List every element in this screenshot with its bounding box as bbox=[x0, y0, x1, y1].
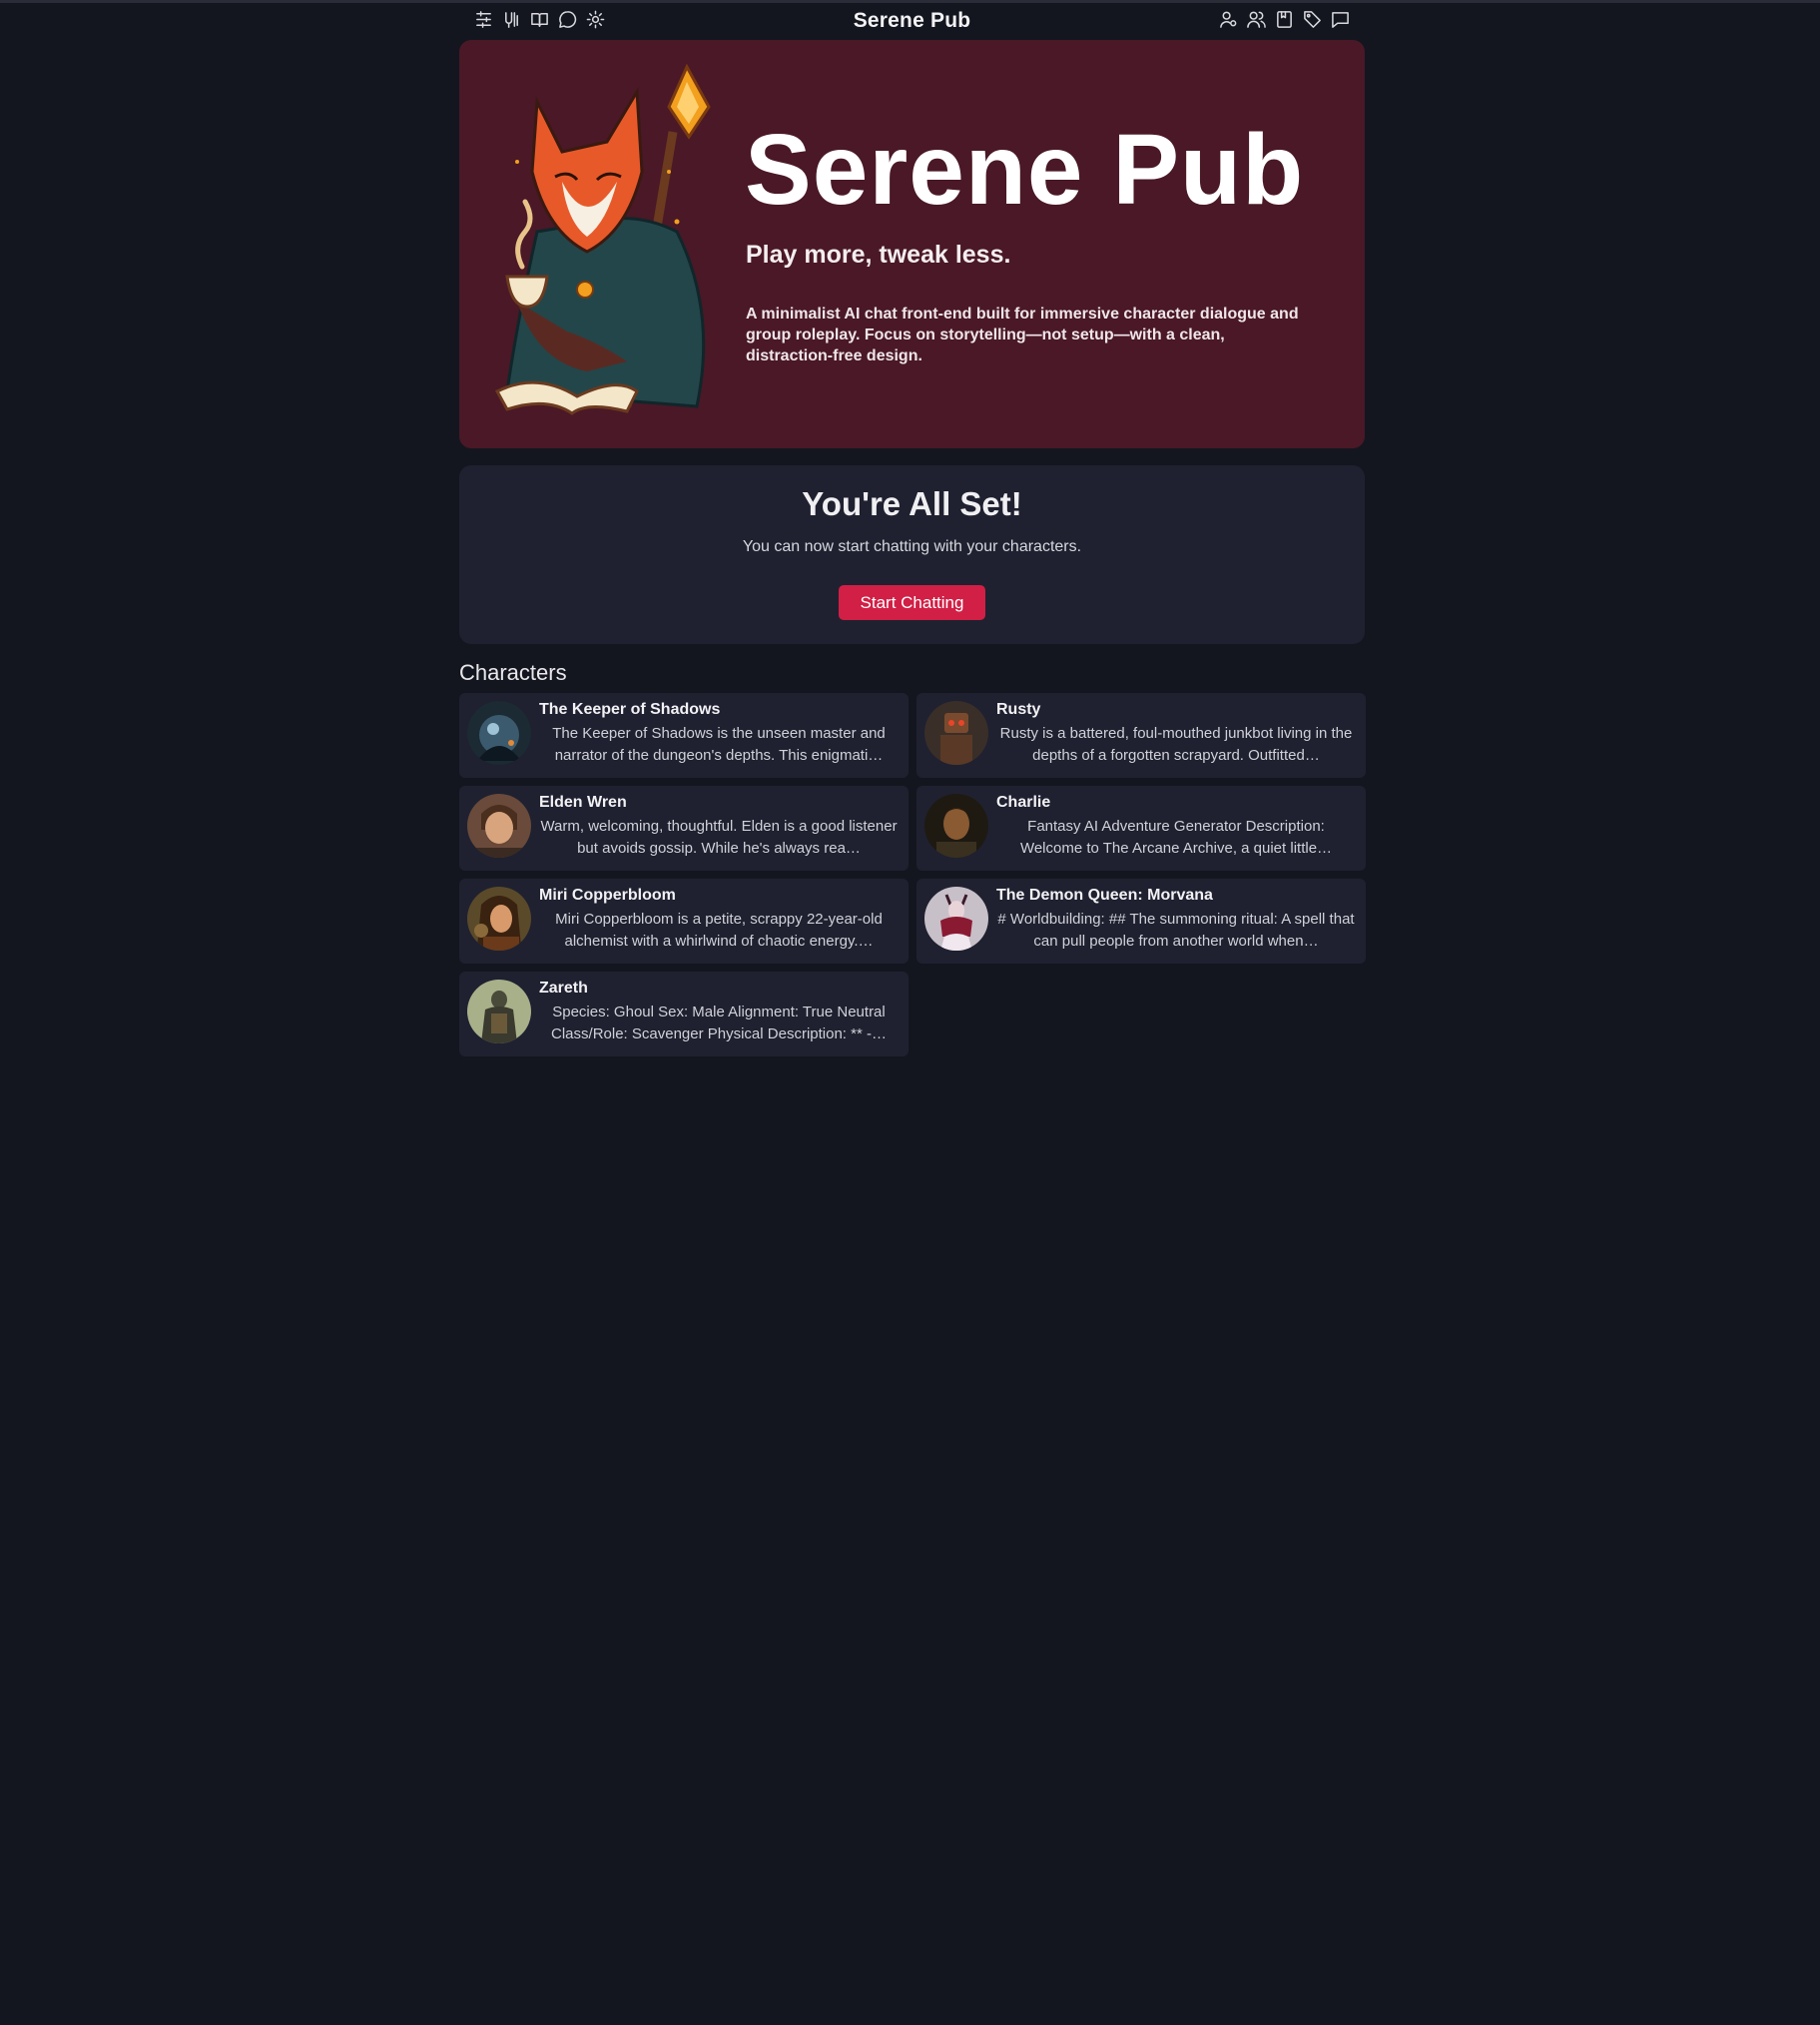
hero-banner: Serene Pub Play more, tweak less. A mini… bbox=[459, 40, 1365, 448]
character-name: Miri Copperbloom bbox=[539, 887, 676, 904]
character-name: Elden Wren bbox=[539, 794, 627, 811]
character-card-rusty[interactable]: Rusty Rusty is a battered, foul-mouthed … bbox=[916, 693, 1366, 778]
avatar bbox=[467, 794, 531, 858]
character-name: Charlie bbox=[996, 794, 1051, 811]
setup-title: You're All Set! bbox=[802, 485, 1022, 522]
character-name: The Keeper of Shadows bbox=[539, 701, 721, 718]
avatar bbox=[467, 980, 531, 1043]
character-card-miri-copperbloom[interactable]: Miri Copperbloom Miri Copperbloom is a p… bbox=[459, 879, 909, 964]
character-description: Miri Copperbloom is a petite, scrappy 22… bbox=[555, 911, 883, 950]
character-name: Rusty bbox=[996, 701, 1041, 718]
character-description: The Keeper of Shadows is the unseen mast… bbox=[552, 725, 886, 764]
character-description: Warm, welcoming, thoughtful. Elden is a … bbox=[540, 818, 898, 857]
setup-text: You can now start chatting with your cha… bbox=[742, 538, 1082, 555]
character-description: Fantasy AI Adventure Generator Descripti… bbox=[1019, 818, 1333, 857]
user-persona-icon[interactable] bbox=[1219, 10, 1238, 29]
character-card-charlie[interactable]: Charlie Fantasy AI Adventure Generator D… bbox=[916, 786, 1366, 871]
character-card-zareth[interactable]: Zareth Species: Ghoul Sex: Male Alignmen… bbox=[459, 972, 909, 1056]
character-description: Rusty is a battered, foul-mouthed junkbo… bbox=[999, 725, 1353, 764]
character-card-demon-queen-morvana[interactable]: The Demon Queen: Morvana # Worldbuilding… bbox=[916, 879, 1366, 964]
setup-complete-card: You're All Set! You can now start chatti… bbox=[459, 465, 1365, 644]
avatar bbox=[467, 887, 531, 951]
fox-mascot-illustration bbox=[477, 62, 739, 421]
characters-heading: Characters bbox=[459, 660, 567, 685]
hero-title: Serene Pub bbox=[745, 114, 1305, 226]
start-chatting-button[interactable]: Start Chatting bbox=[839, 585, 985, 620]
hero-tagline: Play more, tweak less. bbox=[746, 241, 1011, 269]
character-card-keeper-of-shadows[interactable]: The Keeper of Shadows The Keeper of Shad… bbox=[459, 693, 909, 778]
character-card-elden-wren[interactable]: Elden Wren Warm, welcoming, thoughtful. … bbox=[459, 786, 909, 871]
top-border bbox=[0, 0, 1820, 3]
avatar bbox=[924, 887, 988, 951]
character-description: Species: Ghoul Sex: Male Alignment: True… bbox=[551, 1004, 887, 1042]
character-description: # Worldbuilding: ## The summoning ritual… bbox=[997, 911, 1355, 950]
header-right-toolbar bbox=[1219, 10, 1350, 29]
chats-icon[interactable] bbox=[1331, 10, 1350, 29]
avatar bbox=[924, 701, 988, 765]
hero-description: A minimalist AI chat front-end built for… bbox=[746, 306, 1299, 364]
character-name: Zareth bbox=[539, 980, 588, 997]
users-icon[interactable] bbox=[1247, 10, 1266, 29]
character-name: The Demon Queen: Morvana bbox=[996, 887, 1213, 904]
app-header: Serene Pub bbox=[459, 6, 1365, 38]
tag-icon[interactable] bbox=[1303, 10, 1322, 29]
avatar bbox=[467, 701, 531, 765]
lorebook-icon[interactable] bbox=[1275, 10, 1294, 29]
avatar bbox=[924, 794, 988, 858]
